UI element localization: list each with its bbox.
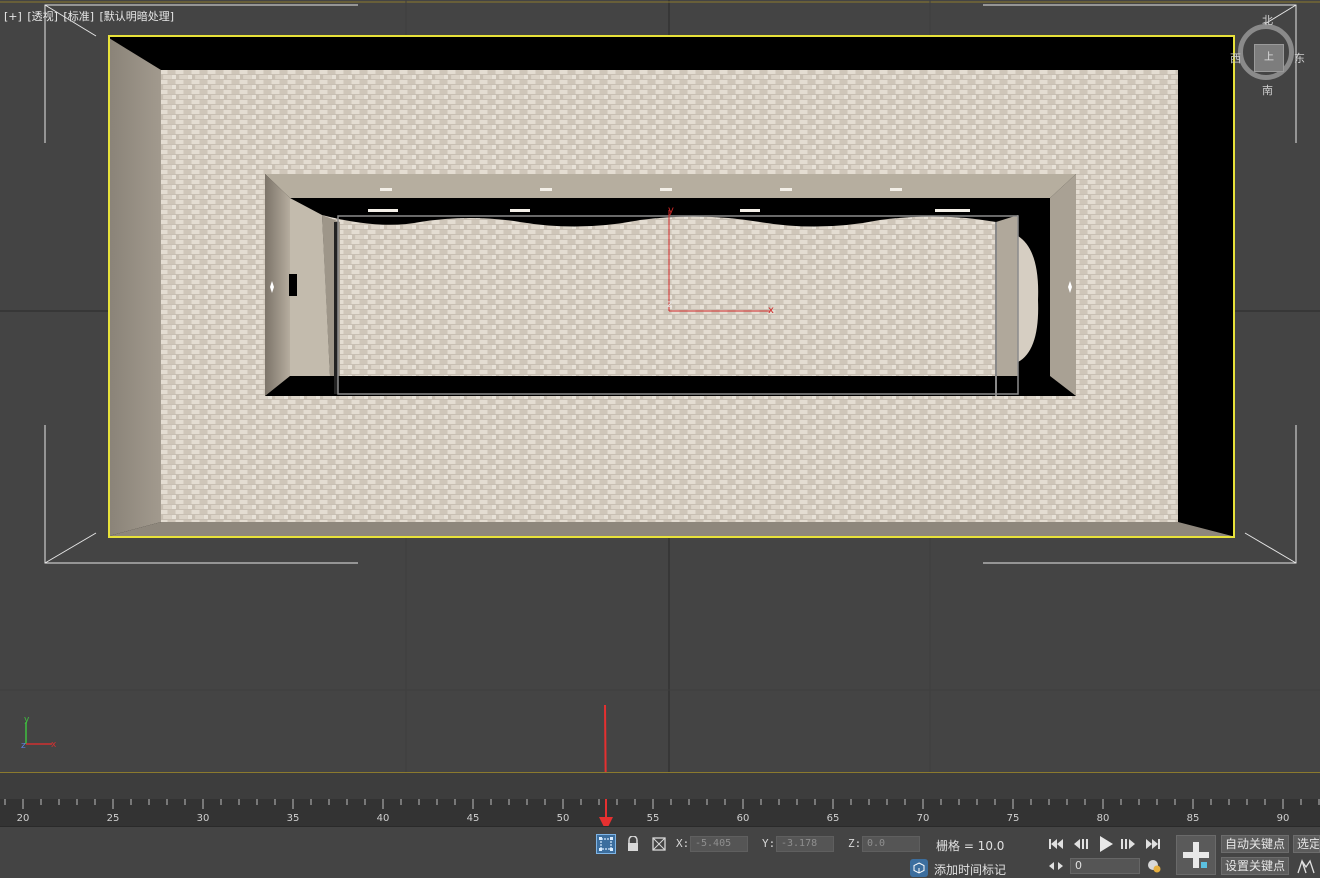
- y-coordinate-field[interactable]: -3.178: [776, 836, 834, 852]
- time-tag-icon: [913, 862, 925, 874]
- add-time-tag-label[interactable]: 添加时间标记: [934, 861, 1006, 878]
- tripod-x-label: x: [51, 740, 57, 750]
- key-mode-icon: [1049, 862, 1063, 870]
- ruler-tick-label: 45: [467, 813, 480, 824]
- key-filters-button[interactable]: [1295, 858, 1317, 876]
- viewport-label-menu[interactable]: [+] [透视] [标准] [默认明暗处理]: [4, 8, 176, 24]
- perspective-viewport[interactable]: y x z [+] [透视] [标准] [默认明暗处理] 上 北 南 西 东 y…: [0, 0, 1320, 772]
- ruler-tick-label: 80: [1097, 813, 1110, 824]
- axis-tripod: y x z: [21, 715, 57, 751]
- z-coordinate-label: Z:: [848, 837, 862, 850]
- add-time-tag-button[interactable]: [910, 859, 928, 877]
- viewport-quality-menu[interactable]: [标准]: [63, 10, 94, 23]
- selected-filter-dropdown[interactable]: 选定: [1293, 835, 1320, 853]
- play-button[interactable]: [1097, 834, 1115, 854]
- ruler-tick-label: 70: [917, 813, 930, 824]
- viewport-pov-menu[interactable]: [透视]: [27, 10, 58, 23]
- tripod-y-label: y: [24, 715, 30, 725]
- key-mode-toggle[interactable]: [1048, 858, 1064, 874]
- current-frame-field[interactable]: 0: [1070, 858, 1140, 874]
- next-frame-icon: [1121, 839, 1135, 849]
- timeline[interactable]: 20 25 30 35 40 45 50 55 60 65 70 75 80 85 90: [0, 772, 1320, 827]
- ruler-tick-label: 20: [17, 813, 30, 824]
- viewcube-east[interactable]: 东: [1294, 50, 1305, 66]
- grid-size-readout: 栅格 = 10.0: [936, 839, 1005, 853]
- viewport-scene: y x z: [0, 0, 1320, 772]
- viewcube-south[interactable]: 南: [1262, 82, 1273, 98]
- set-key-big-button[interactable]: [1176, 835, 1216, 875]
- track-bar[interactable]: 20 25 30 35 40 45 50 55 60 65 70 75 80 85 90: [0, 799, 1320, 827]
- lock-icon: [628, 836, 638, 851]
- viewcube[interactable]: 上 北 南 西 东: [1230, 14, 1305, 98]
- ruler-tick-label: 55: [647, 813, 660, 824]
- lock-button[interactable]: [623, 834, 643, 854]
- track-bar-ruler: 20 25 30 35 40 45 50 55 60 65 70 75 80 85 90: [4, 799, 1320, 827]
- ruler-tick-label: 90: [1277, 813, 1290, 824]
- go-to-end-icon: [1146, 839, 1160, 849]
- ruler-tick-label: 65: [827, 813, 840, 824]
- viewcube-north[interactable]: 北: [1262, 12, 1273, 28]
- previous-frame-button[interactable]: [1073, 836, 1089, 852]
- z-coordinate-field[interactable]: 0.0: [862, 836, 920, 852]
- absolute-mode-icon: [652, 837, 666, 851]
- set-key-button[interactable]: 设置关键点: [1221, 857, 1289, 875]
- viewcube-face-top[interactable]: 上: [1254, 44, 1284, 72]
- ruler-tick-label: 50: [557, 813, 570, 824]
- viewport-shading-menu[interactable]: [默认明暗处理]: [100, 10, 175, 23]
- auto-key-button[interactable]: 自动关键点: [1221, 835, 1289, 853]
- tripod-z-label: z: [21, 741, 26, 751]
- ruler-tick-label: 85: [1187, 813, 1200, 824]
- ruler-tick-label: 35: [287, 813, 300, 824]
- x-coordinate-field[interactable]: -5.405: [690, 836, 748, 852]
- ruler-tick-label: 30: [197, 813, 210, 824]
- annotation-arrow: [604, 704, 607, 772]
- key-plus-icon: [1183, 842, 1209, 868]
- viewport-plus-menu[interactable]: [+]: [4, 10, 22, 23]
- ruler-tick-label: 40: [377, 813, 390, 824]
- gizmo-z-label: z: [667, 299, 672, 310]
- gizmo-x-label: x: [768, 305, 774, 316]
- next-frame-button[interactable]: [1120, 836, 1136, 852]
- go-to-start-button[interactable]: [1048, 836, 1064, 852]
- time-config-icon: [1148, 860, 1161, 873]
- gizmo-y-label: y: [668, 205, 674, 216]
- x-coordinate-label: X:: [676, 837, 690, 850]
- selection-lock-toggle[interactable]: [596, 834, 616, 854]
- previous-frame-icon: [1074, 839, 1088, 849]
- viewcube-west[interactable]: 西: [1230, 50, 1241, 66]
- go-to-start-icon: [1049, 839, 1063, 849]
- play-icon: [1100, 836, 1113, 852]
- ruler-tick-label: 75: [1007, 813, 1020, 824]
- ruler-tick-label: 25: [107, 813, 120, 824]
- ruler-tick-label: 60: [737, 813, 750, 824]
- go-to-end-button[interactable]: [1145, 836, 1161, 852]
- key-filters-icon: [1297, 859, 1315, 874]
- y-coordinate-label: Y:: [762, 837, 776, 850]
- time-configuration-button[interactable]: [1146, 858, 1162, 874]
- absolute-mode-toggle[interactable]: [649, 834, 669, 854]
- selection-window-icon: [599, 837, 613, 851]
- status-bar: X: -5.405 Y: -3.178 Z: 0.0 栅格 = 10.0 添加时…: [0, 826, 1320, 878]
